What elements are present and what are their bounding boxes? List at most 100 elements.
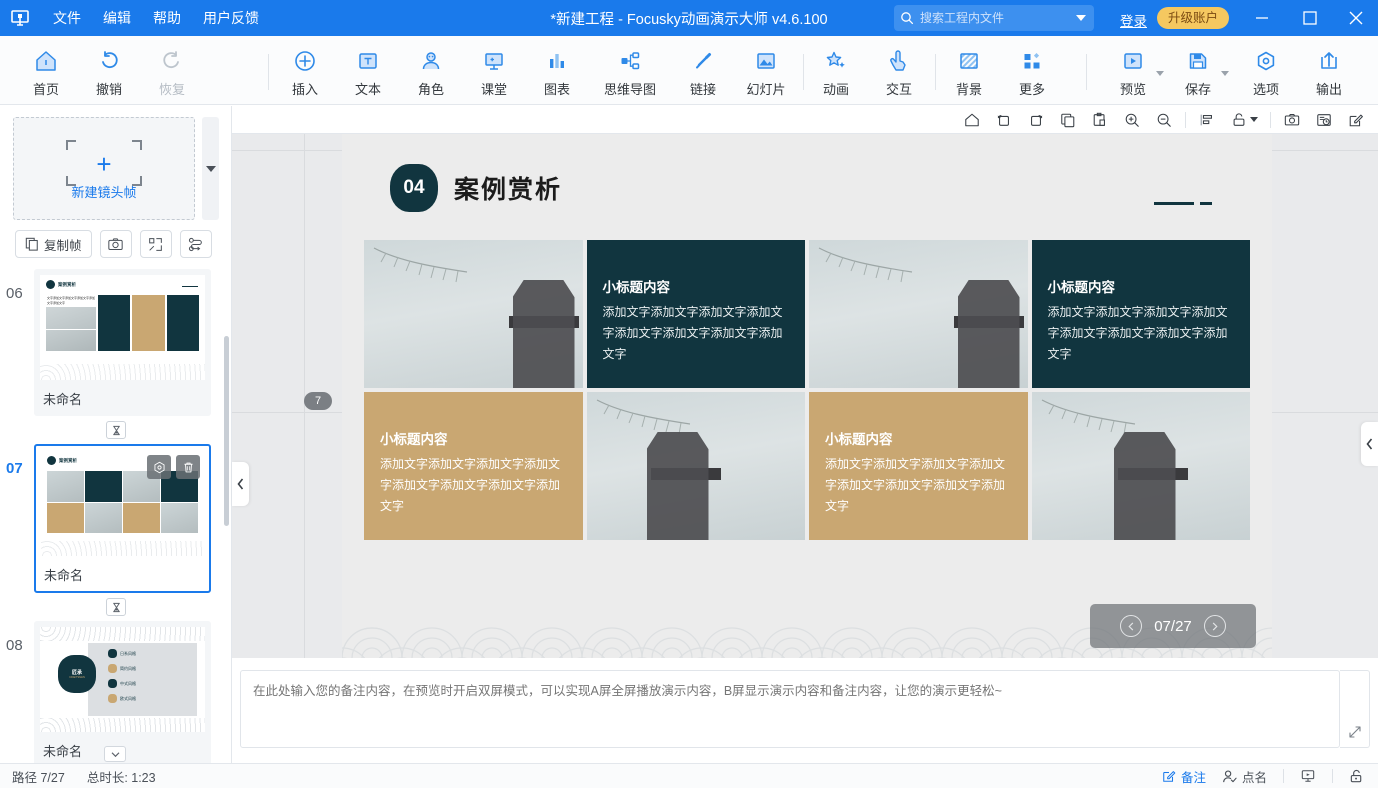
slide-item-08[interactable]: 08 匠承 CRAFTSMAN 日系风格 简约风格 中式风格 欧式风格 未命名 — [0, 621, 232, 763]
cell-title[interactable]: 小标题内容 — [380, 428, 448, 448]
tool-classroom[interactable]: 课堂 — [466, 43, 522, 101]
tool-label: 撤销 — [95, 82, 122, 97]
collapse-sidebar-handle[interactable] — [232, 462, 249, 506]
unlock-icon[interactable] — [1227, 109, 1261, 131]
menu-edit[interactable]: 编辑 — [92, 0, 142, 36]
slide-title[interactable]: 案例赏析 — [454, 170, 562, 206]
cell-body[interactable]: 添加文字添加文字添加文字添加文字添加文字添加文字添加文字添加文字 — [380, 454, 571, 517]
text-cell-3[interactable]: 小标题内容 添加文字添加文字添加文字添加文字添加文字添加文字添加文字添加文字 — [364, 392, 583, 540]
chevron-down-icon[interactable] — [1156, 71, 1164, 76]
image-cell-2[interactable] — [809, 240, 1028, 388]
align-icon[interactable] — [1195, 109, 1219, 131]
cell-title[interactable]: 小标题内容 — [603, 276, 671, 296]
capture-frame-button[interactable] — [99, 230, 132, 258]
tool-undo[interactable]: 撤销 — [81, 43, 137, 101]
cell-body[interactable]: 添加文字添加文字添加文字添加文字添加文字添加文字添加文字添加文字 — [825, 454, 1016, 517]
zoom-in-icon[interactable] — [1120, 109, 1144, 131]
home-outline-icon[interactable] — [960, 109, 984, 131]
slide-item-07[interactable]: 07 案例赏析 未命名 — [0, 444, 232, 593]
tool-more[interactable]: 更多 — [1004, 43, 1060, 101]
menu-help[interactable]: 帮助 — [142, 0, 192, 36]
tool-preview[interactable]: 预览 — [1105, 43, 1164, 101]
reorder-frames-button[interactable] — [179, 230, 212, 258]
rollcall-button[interactable]: 点名 — [1222, 767, 1267, 786]
slide-canvas[interactable]: 04 案例赏析 小标题内容 添加文字添加文字添加文字添加文字添加文字添加文字添加… — [342, 134, 1272, 658]
presenter-mode-button[interactable] — [1300, 769, 1316, 783]
reorder-icon — [188, 237, 203, 252]
timeline-icon[interactable] — [1312, 109, 1336, 131]
tool-options[interactable]: 选项 — [1238, 43, 1294, 101]
tool-redo[interactable]: 恢复 — [144, 43, 200, 101]
tool-background[interactable]: 背景 — [941, 43, 997, 101]
tool-slide[interactable]: 幻灯片 — [738, 43, 794, 101]
login-link[interactable]: 登录 — [1120, 10, 1147, 30]
scroll-down-button[interactable] — [104, 746, 126, 762]
canvas-area[interactable]: 7 04 案例赏析 小标题内容 添加文字添加文字添加文字添加文字添加文字添加文字… — [232, 106, 1378, 658]
screenshot-icon[interactable] — [1280, 109, 1304, 131]
copy-icon[interactable] — [1056, 109, 1080, 131]
paste-icon[interactable] — [1088, 109, 1112, 131]
image-cell-1[interactable] — [364, 240, 583, 388]
tool-animation[interactable]: 动画 — [808, 43, 864, 101]
next-page-button[interactable] — [1203, 615, 1226, 637]
maximize-icon[interactable] — [1288, 0, 1332, 36]
text-cell-1[interactable]: 小标题内容 添加文字添加文字添加文字添加文字添加文字添加文字添加文字添加文字 — [586, 240, 805, 388]
plus-circle-icon — [277, 46, 333, 76]
expand-notes-button[interactable] — [1340, 670, 1370, 748]
cell-body[interactable]: 添加文字添加文字添加文字添加文字添加文字添加文字添加文字添加文字 — [603, 302, 794, 365]
duplicate-frame-button[interactable]: 复制帧 — [15, 230, 92, 258]
slide-name[interactable]: 未命名 — [36, 561, 209, 591]
cell-title[interactable]: 小标题内容 — [1048, 276, 1116, 296]
image-cell-3[interactable] — [586, 392, 805, 540]
transition-button-06[interactable] — [106, 421, 126, 439]
menu-file[interactable]: 文件 — [42, 0, 92, 36]
slide-item-06[interactable]: 06 案例赏析 文字添加文字添加文字添加文字添加文字添加文字 未命名 — [0, 269, 232, 416]
lock-toggle-button[interactable] — [1349, 769, 1364, 784]
slide-settings-button[interactable] — [147, 455, 171, 479]
slides-list[interactable]: 06 案例赏析 文字添加文字添加文字添加文字添加文字添加文字 未命名 07 案例… — [0, 269, 232, 763]
tool-character[interactable]: 角色 — [403, 43, 459, 101]
collapse-right-panel-handle[interactable] — [1361, 422, 1378, 466]
search-input[interactable] — [920, 11, 1070, 25]
notes-toggle-button[interactable]: 备注 — [1162, 767, 1206, 786]
rotate-left-icon[interactable] — [992, 109, 1016, 131]
tool-home[interactable]: 首页 — [18, 43, 74, 101]
tool-text[interactable]: 文本 — [340, 43, 396, 101]
transition-button-07[interactable] — [106, 598, 126, 616]
cell-title[interactable]: 小标题内容 — [825, 428, 893, 448]
slide-thumbnail: 案例赏析 文字添加文字添加文字添加文字添加文字添加文字 — [40, 275, 205, 380]
slide-delete-button[interactable] — [176, 455, 200, 479]
tool-interaction[interactable]: 交互 — [871, 43, 927, 101]
tool-chart[interactable]: 图表 — [529, 43, 585, 101]
text-cell-2[interactable]: 小标题内容 添加文字添加文字添加文字添加文字添加文字添加文字添加文字添加文字 — [1031, 240, 1250, 388]
notes-input[interactable] — [240, 670, 1340, 748]
search-box[interactable] — [894, 5, 1094, 31]
canvas-stage[interactable]: 7 04 案例赏析 小标题内容 添加文字添加文字添加文字添加文字添加文字添加文字… — [232, 134, 1378, 658]
menu-feedback[interactable]: 用户反馈 — [192, 0, 270, 36]
zoom-out-icon[interactable] — [1152, 109, 1176, 131]
prev-page-button[interactable] — [1120, 615, 1143, 637]
tool-save[interactable]: 保存 — [1170, 43, 1229, 101]
slide-number: 08 — [6, 637, 23, 654]
page-navigator[interactable]: 07/27 — [1090, 604, 1256, 648]
tool-insert[interactable]: 插入 — [277, 43, 333, 101]
slide-name[interactable]: 未命名 — [35, 385, 210, 415]
edit-icon[interactable] — [1344, 109, 1368, 131]
text-cell-4[interactable]: 小标题内容 添加文字添加文字添加文字添加文字添加文字添加文字添加文字添加文字 — [809, 392, 1028, 540]
chevron-down-icon[interactable] — [1076, 15, 1086, 21]
rotate-right-icon[interactable] — [1024, 109, 1048, 131]
upgrade-account-button[interactable]: 升级账户 — [1157, 7, 1230, 29]
sidebar-scrollbar[interactable] — [224, 336, 229, 526]
tool-label: 预览 — [1119, 82, 1146, 97]
image-cell-4[interactable] — [1031, 392, 1250, 540]
close-icon[interactable] — [1334, 0, 1378, 36]
tool-export[interactable]: 输出 — [1301, 43, 1357, 101]
minimize-icon[interactable] — [1240, 0, 1284, 36]
cell-body[interactable]: 添加文字添加文字添加文字添加文字添加文字添加文字添加文字添加文字 — [1048, 302, 1239, 365]
chevron-down-icon[interactable] — [1221, 71, 1229, 76]
new-camera-frame-button[interactable]: + 新建镜头帧 — [13, 117, 195, 220]
frames-scroll-button[interactable] — [202, 117, 219, 220]
tool-mindmap[interactable]: 思维导图 — [595, 43, 665, 101]
tool-link[interactable]: 链接 — [675, 43, 731, 101]
fit-screen-button[interactable] — [139, 230, 172, 258]
